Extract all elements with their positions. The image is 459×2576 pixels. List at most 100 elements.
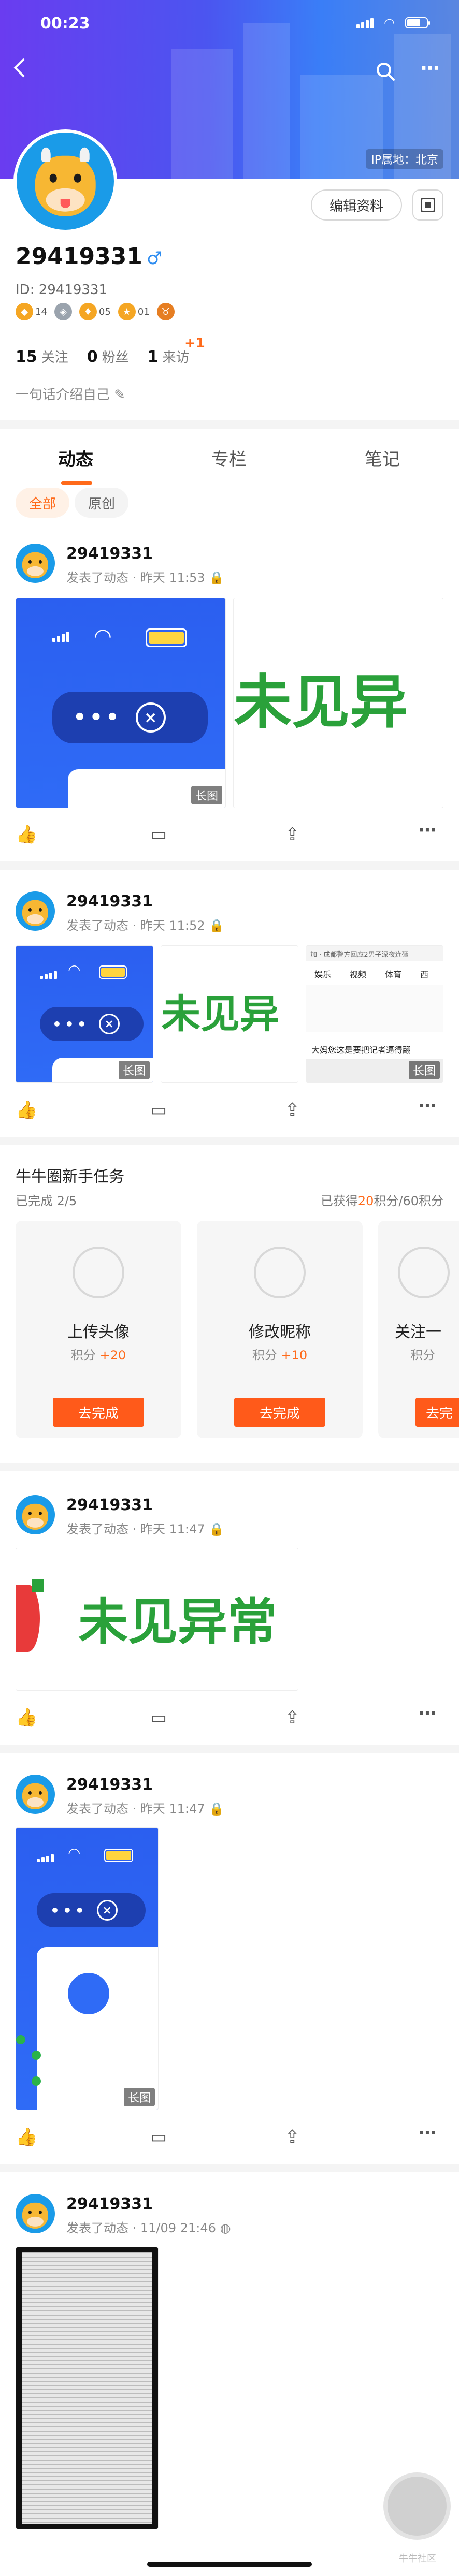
- post-author[interactable]: 29419331: [66, 892, 153, 911]
- wifi-icon: ◠: [384, 16, 395, 30]
- post-meta: 发表了动态 · 昨天 11:47 🔒: [66, 1522, 225, 1536]
- level-badge[interactable]: ◆ 14: [16, 303, 47, 320]
- post-image[interactable]: ◠ ••• × 长图: [16, 1827, 159, 2110]
- lock-icon: 🔒: [209, 1802, 225, 1816]
- post-avatar[interactable]: [16, 2194, 55, 2233]
- comment-icon[interactable]: ▭: [150, 824, 167, 845]
- post-avatar[interactable]: [16, 544, 55, 583]
- pencil-icon: ✎: [114, 387, 126, 403]
- bull-badge[interactable]: ♉: [156, 303, 175, 320]
- activity-badge[interactable]: ★ 01: [118, 303, 150, 320]
- task-card: 上传头像 积分 +20 去完成: [16, 1221, 181, 1438]
- tab-dynamic[interactable]: 动态: [58, 445, 93, 471]
- profile-username: 29419331 ♂: [16, 243, 163, 270]
- badge-list: ◆ 14 ◈ ♦ 05 ★ 01 ♉: [16, 303, 175, 320]
- share-icon[interactable]: ⇪: [285, 824, 300, 845]
- more-icon[interactable]: ⋯: [419, 2123, 436, 2143]
- ip-location: IP属地：北京: [366, 149, 443, 169]
- filter-original[interactable]: 原创: [75, 488, 129, 518]
- avatar-upload-icon: [73, 1247, 124, 1298]
- like-icon[interactable]: 👍: [16, 2127, 37, 2147]
- post-author[interactable]: 29419331: [66, 1496, 153, 1514]
- task-section-title: 牛牛圈新手任务: [16, 1168, 124, 1186]
- like-icon[interactable]: 👍: [16, 824, 37, 845]
- battery-icon: [405, 17, 430, 28]
- post-image[interactable]: ◠ ••• × 长图: [16, 598, 226, 808]
- globe-icon: ◍: [220, 2221, 231, 2235]
- task-go-button[interactable]: 去完成: [53, 1398, 144, 1427]
- task-go-button[interactable]: 去完成: [234, 1398, 325, 1427]
- task-go-button[interactable]: 去完: [415, 1398, 459, 1427]
- comment-icon[interactable]: ▭: [150, 2127, 167, 2147]
- tab-indicator: [61, 481, 92, 485]
- long-image-tag: 长图: [191, 786, 222, 804]
- task-points: 已获得20积分/60积分: [320, 1194, 443, 1208]
- post-meta: 发表了动态 · 11/09 21:46 ◍: [66, 2221, 231, 2235]
- lock-icon: 🔒: [209, 1522, 225, 1536]
- male-icon: ♂: [146, 248, 163, 269]
- share-icon[interactable]: ⇪: [285, 2127, 300, 2147]
- lock-icon: 🔒: [209, 570, 225, 585]
- edit-profile-button[interactable]: 编辑资料: [311, 189, 402, 221]
- more-icon[interactable]: ⋯: [419, 1095, 436, 1116]
- profile-id: ID: 29419331: [16, 282, 108, 298]
- visitor-delta: +1: [184, 335, 205, 351]
- post-avatar[interactable]: [16, 1495, 55, 1534]
- watermark: 牛牛社区: [399, 2553, 436, 2564]
- section-divider: [0, 420, 459, 429]
- profile-stats: 15 关注 0 粉丝 1 来访: [16, 347, 190, 366]
- post-avatar[interactable]: [16, 891, 55, 931]
- share-icon[interactable]: ⇪: [285, 1100, 300, 1120]
- floating-assistant-button[interactable]: [383, 2472, 451, 2540]
- content-tabs: 动态 专栏 笔记: [0, 435, 459, 487]
- post-meta: 发表了动态 · 昨天 11:53 🔒: [66, 570, 225, 585]
- comment-icon[interactable]: ▭: [150, 1100, 167, 1120]
- more-icon[interactable]: ⋯: [421, 58, 439, 79]
- post-author[interactable]: 29419331: [66, 545, 153, 563]
- filter-all[interactable]: 全部: [16, 488, 70, 518]
- post-image[interactable]: 未见异: [233, 598, 443, 808]
- following-count[interactable]: 15 关注: [16, 347, 68, 366]
- cow-mascot-icon: [35, 147, 96, 216]
- post-avatar[interactable]: [16, 1775, 55, 1814]
- user-icon: [254, 1247, 306, 1298]
- post-image[interactable]: 未见异常: [16, 1548, 298, 1691]
- task-card: 关注一 积分 去完: [378, 1221, 459, 1438]
- long-image-tag: 长图: [123, 2088, 155, 2106]
- more-icon[interactable]: ⋯: [419, 1703, 436, 1724]
- avatar[interactable]: [13, 129, 117, 233]
- task-progress: 已完成 2/5: [16, 1194, 77, 1208]
- status-time: 00:23: [40, 14, 90, 33]
- post-author[interactable]: 29419331: [66, 1776, 153, 1794]
- long-image-tag: 长图: [118, 1061, 150, 1079]
- qr-code-button[interactable]: [412, 189, 443, 221]
- post-meta: 发表了动态 · 昨天 11:47 🔒: [66, 1802, 225, 1816]
- home-indicator: [147, 2562, 312, 2567]
- post-author[interactable]: 29419331: [66, 2195, 153, 2213]
- followers-count[interactable]: 0 粉丝: [87, 347, 129, 366]
- post-image[interactable]: [16, 2247, 159, 2529]
- status-icons: ◠: [356, 16, 430, 30]
- task-card: 修改昵称 积分 +10 去完成: [197, 1221, 363, 1438]
- search-icon[interactable]: [375, 61, 396, 86]
- visitors-count[interactable]: 1 来访: [148, 347, 190, 366]
- follow-icon: [398, 1247, 450, 1298]
- signal-icon: [356, 17, 374, 28]
- qr-icon: [421, 198, 435, 212]
- post-image[interactable]: 加 · 成都警方回应2男子深夜连砸 娱乐 视频 体育西 大妈您这是要把记者逼得翻 长…: [306, 945, 443, 1083]
- tab-notes[interactable]: 笔记: [365, 445, 400, 471]
- shield-badge[interactable]: ◈: [54, 303, 72, 320]
- share-icon[interactable]: ⇪: [285, 1707, 300, 1728]
- comment-icon[interactable]: ▭: [150, 1707, 167, 1728]
- member-badge[interactable]: ♦ 05: [79, 303, 111, 320]
- post-image[interactable]: ◠ ••• × 长图: [16, 945, 153, 1083]
- lock-icon: 🔒: [209, 918, 225, 933]
- post-meta: 发表了动态 · 昨天 11:52 🔒: [66, 918, 225, 933]
- bio-field[interactable]: 一句话介绍自己 ✎: [16, 384, 125, 403]
- like-icon[interactable]: 👍: [16, 1100, 37, 1120]
- like-icon[interactable]: 👍: [16, 1707, 37, 1728]
- long-image-tag: 长图: [408, 1061, 440, 1079]
- post-image[interactable]: 未见异: [161, 945, 298, 1083]
- more-icon[interactable]: ⋯: [419, 820, 436, 841]
- tab-column[interactable]: 专栏: [211, 445, 247, 471]
